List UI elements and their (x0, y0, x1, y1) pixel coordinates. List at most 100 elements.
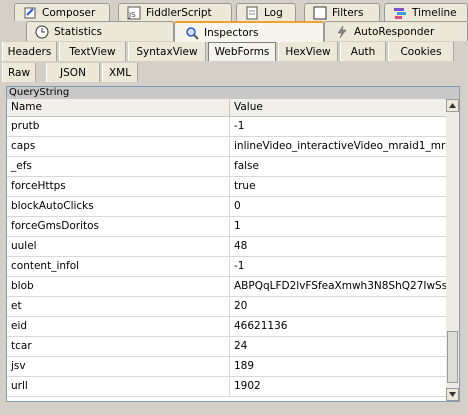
panel-title: QueryString (7, 87, 459, 99)
param-value: -1 (234, 260, 245, 272)
composer-icon (23, 6, 37, 20)
tab-statistics[interactable]: Statistics (26, 21, 174, 41)
inspector-tabs-row-2: Raw JSON XML (0, 63, 468, 82)
table-row[interactable]: prutb -1 (7, 117, 446, 137)
param-value: inlineVideo_interactiveVideo_mraid1_mrai… (234, 140, 446, 152)
param-value: 189 (234, 360, 255, 372)
table-row[interactable]: caps inlineVideo_interactiveVideo_mraid1_… (7, 137, 446, 157)
svg-text:JS: JS (128, 11, 136, 19)
tab-label: Headers (7, 45, 52, 58)
log-icon (245, 6, 259, 20)
tab-syntaxview[interactable]: SyntaxView (128, 42, 206, 61)
tab-label: Auth (350, 45, 376, 58)
querystring-grid[interactable]: Name Value prutb -1 caps inlineVideo_inter… (7, 99, 446, 401)
param-name: urll (7, 377, 230, 396)
tab-label: SyntaxView (136, 45, 198, 58)
param-value: 48 (234, 240, 248, 252)
filters-checkbox-icon (313, 6, 327, 20)
table-row[interactable]: eid 46621136 (7, 317, 446, 337)
tab-label: HexView (285, 45, 331, 58)
tab-label: Timeline (412, 6, 457, 19)
tab-autoresponder[interactable]: AutoResponder (324, 21, 468, 41)
table-row[interactable]: tcar 24 (7, 337, 446, 357)
tab-json[interactable]: JSON (46, 63, 100, 82)
param-name: blob (7, 277, 230, 296)
tab-auth[interactable]: Auth (340, 42, 386, 61)
tab-label: Filters (332, 6, 364, 19)
tab-label: XML (108, 66, 132, 79)
tab-label: Statistics (54, 25, 102, 38)
tab-filters[interactable]: Filters (304, 3, 380, 21)
tab-label: AutoResponder (354, 25, 435, 38)
statistics-clock-icon (35, 25, 49, 39)
param-name: tcar (7, 337, 230, 356)
tab-fiddlerscript[interactable]: JS FiddlerScript (118, 3, 232, 21)
arrow-down-icon (449, 392, 456, 397)
table-row[interactable]: _efs false (7, 157, 446, 177)
column-header-value[interactable]: Value (230, 99, 446, 116)
table-row[interactable]: content_infol -1 (7, 257, 446, 277)
param-name: et (7, 297, 230, 316)
table-row[interactable]: forceHttps true (7, 177, 446, 197)
tab-log[interactable]: Log (236, 3, 296, 21)
param-name: eid (7, 317, 230, 336)
tab-label: Composer (42, 6, 96, 19)
param-name: jsv (7, 357, 230, 376)
scroll-up-button[interactable] (446, 99, 459, 112)
param-value: 1902 (234, 380, 261, 392)
param-name: prutb (7, 117, 230, 136)
tab-label: Cookies (400, 45, 442, 58)
param-name: forceGmsDoritos (7, 217, 230, 236)
param-name: uulel (7, 237, 230, 256)
main-tabs-row-1: Composer JS FiddlerScript Log Filters Ti… (0, 3, 468, 21)
param-value: 1 (234, 220, 241, 232)
param-value: 0 (234, 200, 241, 212)
tab-label: TextView (69, 45, 116, 58)
param-value: -1 (234, 120, 245, 132)
param-name: _efs (7, 157, 230, 176)
tab-label: FiddlerScript (146, 6, 212, 19)
param-value: 24 (234, 340, 248, 352)
table-row[interactable]: blockAutoClicks 0 (7, 197, 446, 217)
table-row[interactable]: jsv 189 (7, 357, 446, 377)
vertical-scrollbar[interactable] (446, 99, 459, 401)
tab-composer[interactable]: Composer (14, 3, 110, 21)
param-name: content_infol (7, 257, 230, 276)
tab-label: JSON (60, 66, 86, 79)
main-tabs-row-2: Statistics Inspectors AutoResponder (0, 21, 468, 42)
autoresponder-lightning-icon (335, 25, 349, 39)
table-row[interactable]: et 20 (7, 297, 446, 317)
param-name: caps (7, 137, 230, 156)
tab-label: Log (264, 6, 283, 19)
tab-hexview[interactable]: HexView (278, 42, 338, 61)
inspector-tabs-row-1: Headers TextView SyntaxView WebForms Hex… (0, 42, 468, 61)
tab-webforms[interactable]: WebForms (208, 42, 276, 61)
column-header-name[interactable]: Name (7, 99, 230, 116)
table-row[interactable]: urll 1902 (7, 377, 446, 397)
param-value: 46621136 (234, 320, 288, 332)
scroll-down-button[interactable] (446, 388, 459, 401)
tab-cookies[interactable]: Cookies (388, 42, 454, 61)
param-value: ABPQqLFD2lvFSfeaXmwh3N8ShQ27IwSsIclH (234, 280, 446, 292)
tab-xml[interactable]: XML (102, 63, 138, 82)
tab-timeline[interactable]: Timeline (384, 3, 468, 21)
scroll-thumb[interactable] (447, 331, 458, 383)
table-row[interactable]: forceGmsDoritos 1 (7, 217, 446, 237)
tab-headers[interactable]: Headers (2, 42, 57, 61)
param-name: blockAutoClicks (7, 197, 230, 216)
grid-header: Name Value (7, 99, 446, 117)
arrow-up-icon (449, 103, 456, 108)
tab-inspectors[interactable]: Inspectors (174, 21, 324, 42)
querystring-panel: QueryString Name Value prutb -1 caps inlin… (6, 86, 460, 402)
tab-raw[interactable]: Raw (2, 63, 36, 82)
table-row[interactable]: blob ABPQqLFD2lvFSfeaXmwh3N8ShQ27IwSsIclH (7, 277, 446, 297)
tab-label: Inspectors (204, 26, 259, 39)
param-value: false (234, 160, 259, 172)
timeline-icon (393, 6, 407, 20)
tab-textview[interactable]: TextView (59, 42, 126, 61)
js-script-icon: JS (127, 6, 141, 20)
inspectors-magnifier-icon (185, 26, 199, 40)
tab-label: Raw (7, 66, 31, 79)
table-row[interactable]: uulel 48 (7, 237, 446, 257)
param-value: 20 (234, 300, 248, 312)
